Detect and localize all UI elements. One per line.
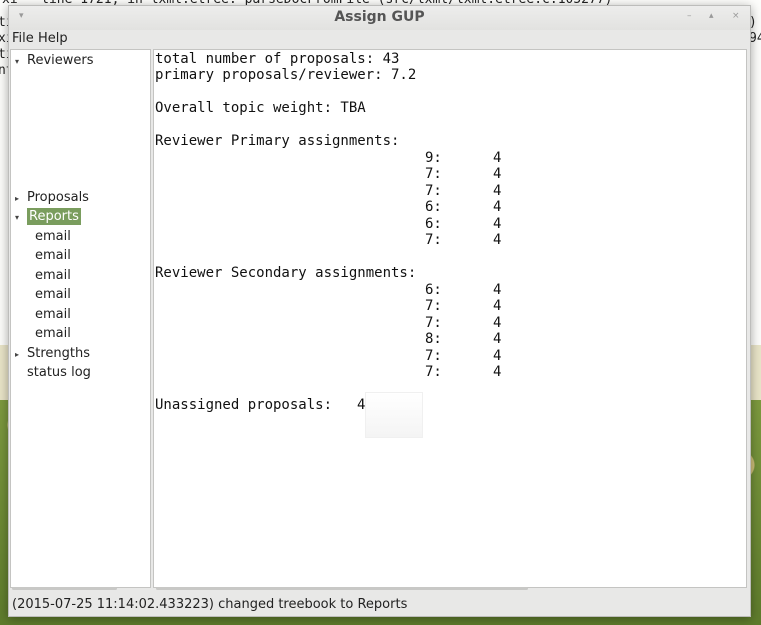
- treebook-navigation: ▾ Reviewers ▸ Proposals ▾ Reports email ema…: [10, 49, 151, 588]
- close-button[interactable]: ×: [732, 11, 740, 21]
- expander-down-icon[interactable]: ▾: [15, 208, 27, 227]
- secondary-count: 7:: [425, 298, 442, 314]
- report-unassigned-label: Unassigned proposals:: [155, 397, 333, 413]
- assign-gup-window: ▾ Assign GUP – ▴ × File Help ▾ Reviewers …: [8, 5, 751, 617]
- tree-item-label: email: [35, 248, 71, 263]
- report-horizontal-scrollbar[interactable]: [153, 586, 745, 592]
- secondary-value: 4: [493, 315, 502, 331]
- tooltip-remnant: [365, 392, 423, 438]
- menu-file[interactable]: File: [12, 31, 34, 46]
- tree-item-label: email: [35, 229, 71, 244]
- primary-count: 7:: [425, 183, 442, 199]
- expander-right-icon[interactable]: ▸: [15, 189, 27, 208]
- title-bar[interactable]: ▾ Assign GUP – ▴ ×: [9, 6, 750, 30]
- primary-value: 4: [493, 199, 502, 215]
- secondary-value: 4: [493, 331, 502, 347]
- tree-item-email[interactable]: email: [35, 305, 71, 324]
- report-secondary-header: Reviewer Secondary assignments:: [155, 265, 417, 281]
- primary-value: 4: [493, 216, 502, 232]
- secondary-count: 8:: [425, 331, 442, 347]
- menu-help[interactable]: Help: [38, 31, 68, 46]
- tree-item-label: email: [35, 268, 71, 283]
- tree-item-label: Strengths: [27, 346, 91, 361]
- tree-item-label: status log: [27, 365, 91, 380]
- menu-bar: File Help: [9, 30, 750, 49]
- primary-count: 7:: [425, 232, 442, 248]
- tree-item-label: Proposals: [27, 190, 89, 205]
- tree-item-proposals[interactable]: ▸ Proposals: [15, 188, 89, 207]
- maximize-button[interactable]: ▴: [709, 11, 714, 21]
- secondary-value: 4: [493, 298, 502, 314]
- tree-item-email[interactable]: email: [35, 324, 71, 343]
- secondary-value: 4: [493, 282, 502, 298]
- primary-value: 4: [493, 150, 502, 166]
- scrollbar-thumb[interactable]: [156, 587, 528, 590]
- tree-item-reports[interactable]: ▾ Reports: [15, 207, 81, 226]
- tree-item-status-log[interactable]: status log: [27, 363, 91, 382]
- tree-item-label: email: [35, 307, 71, 322]
- expander-down-icon[interactable]: ▾: [15, 52, 27, 71]
- tree-item-email[interactable]: email: [35, 285, 71, 304]
- report-total-proposals: total number of proposals: 43: [155, 51, 400, 67]
- primary-value: 4: [493, 183, 502, 199]
- tree-item-label: Reviewers: [27, 53, 94, 68]
- primary-value: 4: [493, 166, 502, 182]
- tree-item-label: email: [35, 326, 71, 341]
- secondary-count: 7:: [425, 348, 442, 364]
- tree-item-label: email: [35, 287, 71, 302]
- scrollbar-thumb[interactable]: [12, 587, 117, 590]
- secondary-count: 7:: [425, 364, 442, 380]
- report-text-view[interactable]: total number of proposals: 43 primary pr…: [153, 49, 747, 588]
- primary-count: 7:: [425, 166, 442, 182]
- secondary-count: 6:: [425, 282, 442, 298]
- status-bar: (2015-07-25 11:14:02.433223) changed tre…: [12, 597, 408, 612]
- tree-item-email[interactable]: email: [35, 266, 71, 285]
- tree-horizontal-scrollbar[interactable]: [10, 586, 150, 592]
- primary-count: 6:: [425, 216, 442, 232]
- primary-count: 9:: [425, 150, 442, 166]
- secondary-value: 4: [493, 364, 502, 380]
- window-title: Assign GUP: [334, 9, 425, 25]
- primary-value: 4: [493, 232, 502, 248]
- primary-count: 6:: [425, 199, 442, 215]
- report-topic-weight: Overall topic weight: TBA: [155, 100, 366, 116]
- secondary-value: 4: [493, 348, 502, 364]
- report-primary-per-reviewer: primary proposals/reviewer: 7.2: [155, 67, 417, 83]
- tree-item-label: Reports: [27, 208, 81, 225]
- report-primary-header: Reviewer Primary assignments:: [155, 133, 400, 149]
- tree-item-strengths[interactable]: ▸ Strengths: [15, 344, 90, 363]
- tree-item-reviewers[interactable]: ▾ Reviewers: [15, 51, 94, 70]
- expander-right-icon[interactable]: ▸: [15, 345, 27, 364]
- minimize-button[interactable]: –: [687, 11, 692, 21]
- tree-item-email[interactable]: email: [35, 246, 71, 265]
- secondary-count: 7:: [425, 315, 442, 331]
- tree-item-email[interactable]: email: [35, 227, 71, 246]
